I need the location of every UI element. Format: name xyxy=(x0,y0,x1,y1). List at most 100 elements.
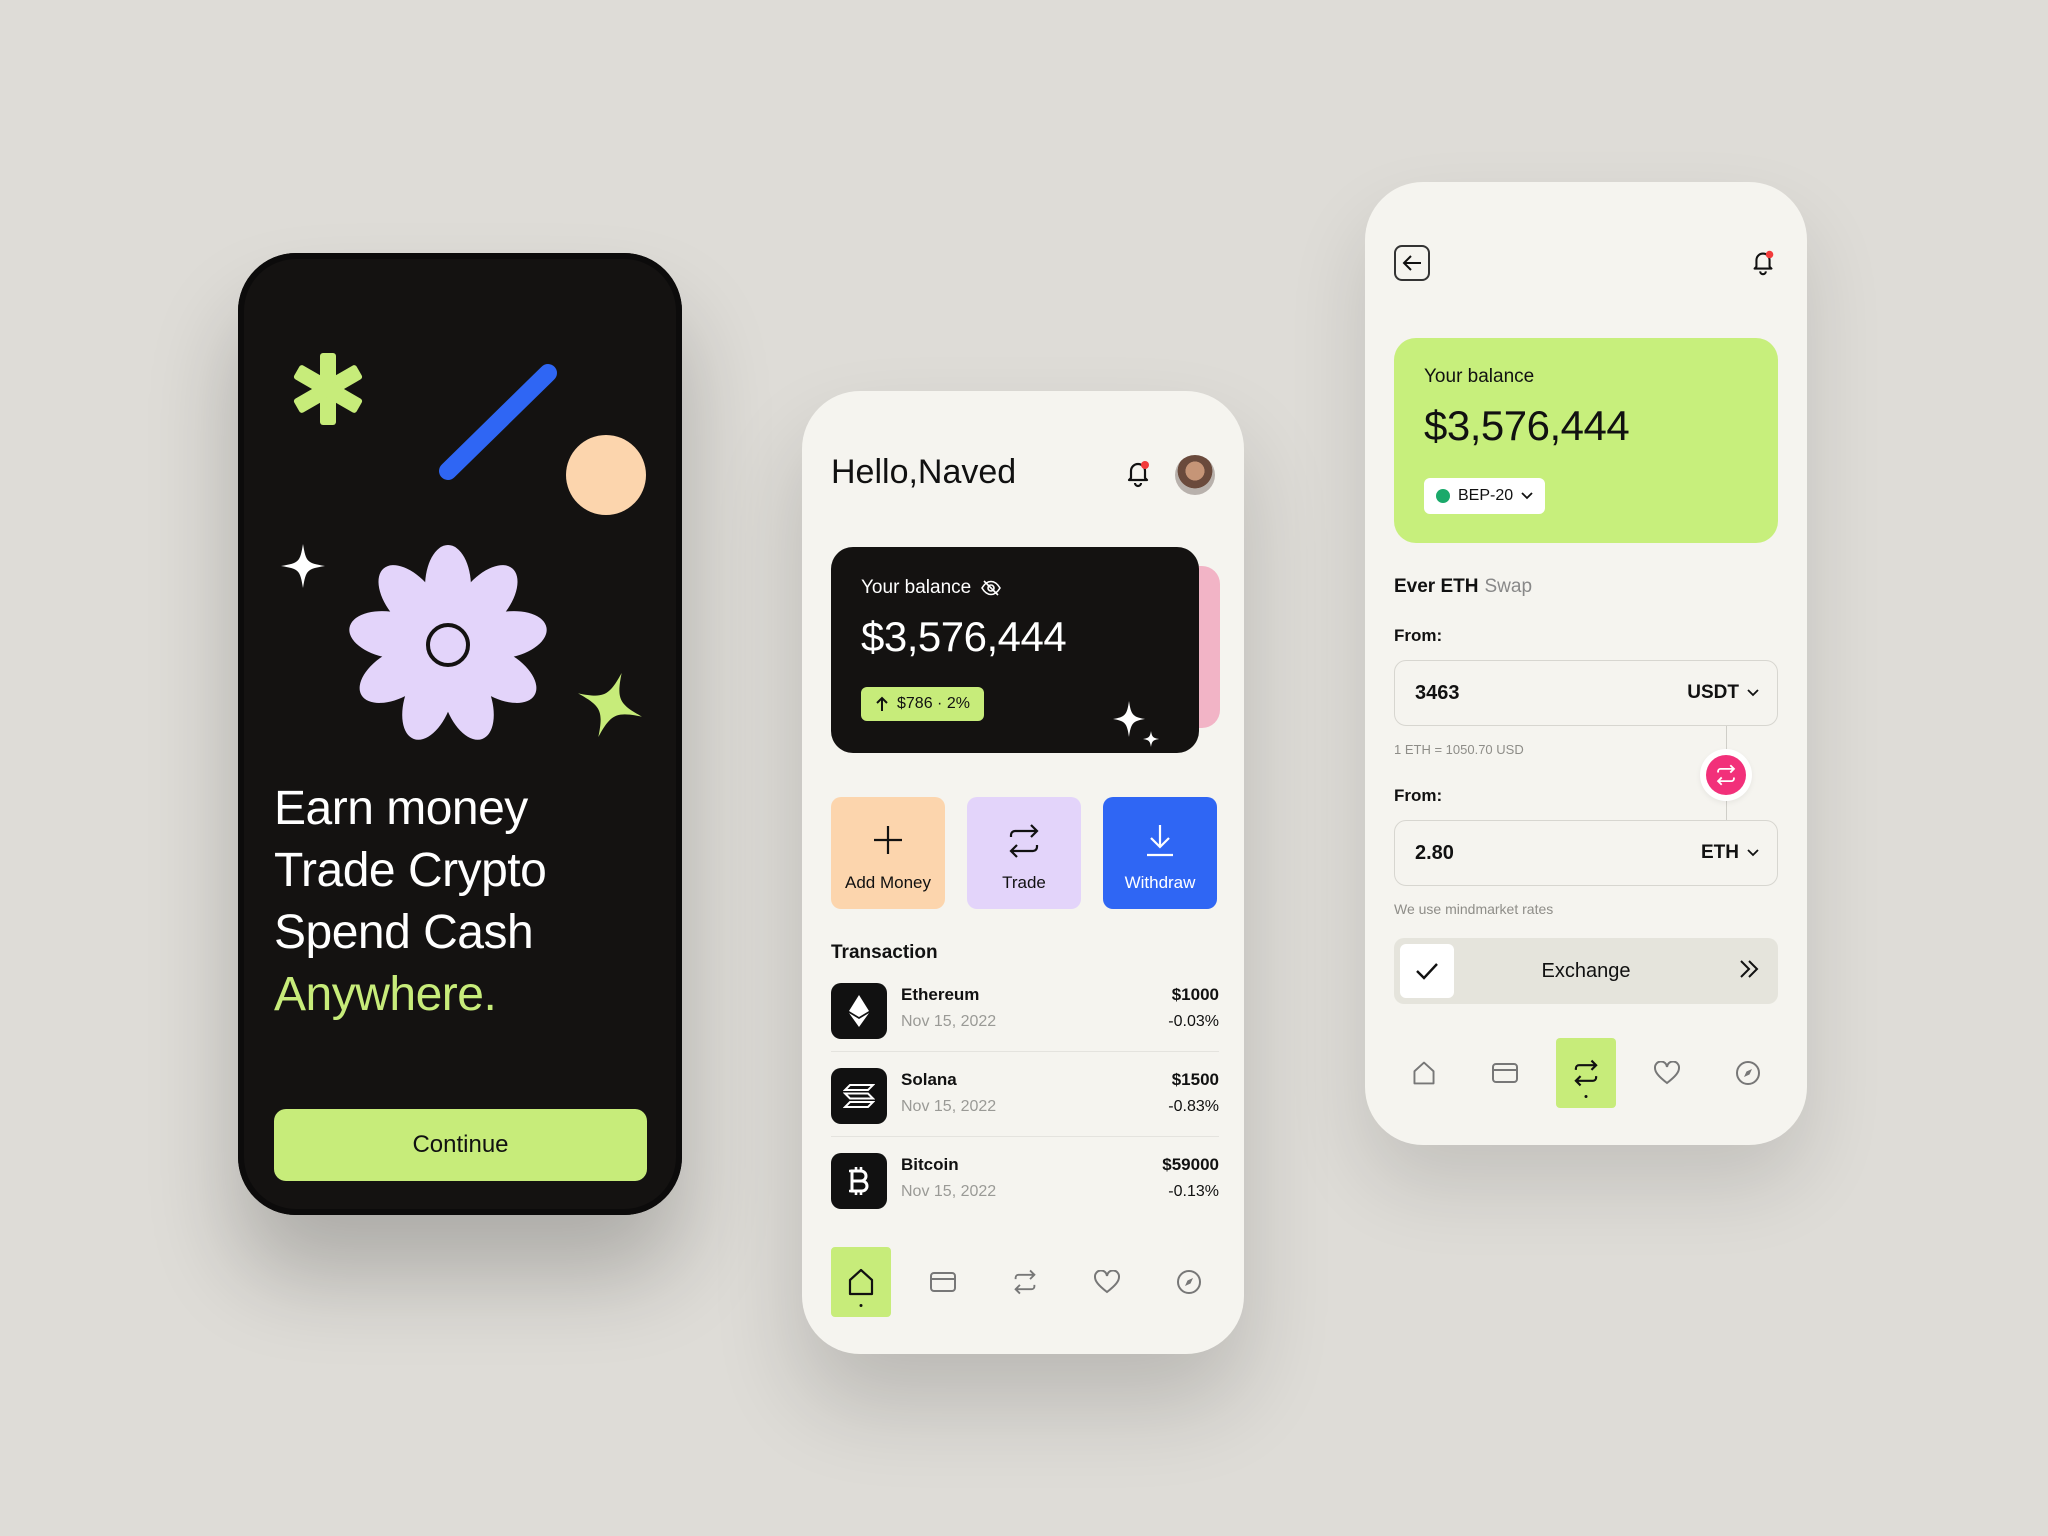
headline-line-1: Earn money xyxy=(274,782,528,835)
transaction-change: -0.03% xyxy=(1168,1013,1219,1030)
network-label: BEP-20 xyxy=(1458,487,1514,504)
balance-card: Your balance $3,576,444 BEP-20 xyxy=(1394,338,1778,543)
nav-swap[interactable] xyxy=(1556,1038,1616,1108)
transaction-name: Solana xyxy=(901,1070,957,1089)
nav-home[interactable] xyxy=(1394,1038,1454,1108)
heart-icon xyxy=(1094,1270,1120,1294)
nav-favorites[interactable] xyxy=(1077,1247,1137,1317)
exchange-label: Exchange xyxy=(1541,960,1631,982)
bitcoin-icon xyxy=(831,1153,887,1209)
slash-shape xyxy=(439,364,557,480)
withdraw-label: Withdraw xyxy=(1124,873,1196,892)
transaction-change: -0.83% xyxy=(1168,1098,1219,1115)
balance-label: Your balance xyxy=(861,577,972,598)
nav-explore[interactable] xyxy=(1159,1247,1219,1317)
asterisk-icon xyxy=(293,353,363,425)
back-button[interactable] xyxy=(1394,245,1430,281)
balance-change: $786 · 2% xyxy=(897,695,970,712)
balance-card: Your balance $3,576,444 $786 · 2% xyxy=(831,547,1199,753)
arrow-up-icon xyxy=(876,696,888,711)
eye-off-icon[interactable] xyxy=(981,580,1002,596)
balance-label: Your balance xyxy=(1424,366,1535,387)
trade-label: Trade xyxy=(1002,873,1046,892)
compass-icon xyxy=(1177,1270,1201,1294)
add-money-label: Add Money xyxy=(845,873,931,892)
continue-button[interactable]: Continue xyxy=(274,1109,647,1181)
from-amount-value: 3463 xyxy=(1415,682,1460,704)
bell-icon[interactable] xyxy=(1748,246,1778,278)
star-icon xyxy=(578,673,642,737)
transaction-heading: Transaction xyxy=(831,942,938,963)
card-icon xyxy=(1492,1063,1518,1083)
from-currency-label: USDT xyxy=(1687,682,1739,703)
transaction-row[interactable]: Bitcoin Nov 15, 2022 $59000 -0.13% xyxy=(831,1145,1219,1229)
nav-favorites[interactable] xyxy=(1637,1038,1697,1108)
bell-icon[interactable] xyxy=(1122,457,1154,489)
flower-icon xyxy=(349,545,547,740)
sparkle-icon xyxy=(281,544,325,588)
transaction-name: Bitcoin xyxy=(901,1155,959,1174)
transaction-change: -0.13% xyxy=(1168,1183,1219,1200)
home-icon xyxy=(1413,1061,1435,1085)
card-icon xyxy=(930,1272,956,1292)
balance-amount: $3,576,444 xyxy=(861,613,1067,660)
divider xyxy=(831,1051,1219,1052)
arrow-left-icon xyxy=(1402,255,1421,271)
to-amount-field[interactable]: 2.80 ETH xyxy=(1394,820,1778,886)
transaction-name: Ethereum xyxy=(901,985,980,1004)
trade-button[interactable]: Trade xyxy=(967,797,1081,909)
sparkle-icon xyxy=(1113,701,1159,747)
ethereum-icon xyxy=(831,983,887,1039)
solana-icon xyxy=(831,1068,887,1124)
swap-icon xyxy=(1014,1269,1036,1295)
heart-icon xyxy=(1654,1061,1680,1085)
add-money-button[interactable]: Add Money xyxy=(831,797,945,909)
nav-explore[interactable] xyxy=(1718,1038,1778,1108)
bottom-nav xyxy=(1394,1038,1778,1108)
divider xyxy=(831,1136,1219,1137)
chevron-down-icon xyxy=(1521,492,1533,500)
to-amount-value: 2.80 xyxy=(1415,842,1454,864)
to-label: From: xyxy=(1394,786,1443,805)
home-icon xyxy=(848,1268,874,1296)
transaction-amount: $1000 xyxy=(1171,985,1219,1004)
chevron-down-icon xyxy=(1747,849,1759,857)
network-selector[interactable]: BEP-20 xyxy=(1424,478,1546,514)
swap-icon xyxy=(1716,764,1736,786)
exchange-rate: 1 ETH = 1050.70 USD xyxy=(1394,742,1524,757)
to-currency-select[interactable]: ETH xyxy=(1701,842,1759,864)
from-label: From: xyxy=(1394,626,1443,645)
swap-title-light: Swap xyxy=(1484,576,1533,597)
plus-icon xyxy=(874,826,902,854)
headline-accent: Anywhere. xyxy=(274,968,497,1021)
swap-icon xyxy=(1009,824,1039,858)
from-amount-field[interactable]: 3463 USDT xyxy=(1394,660,1778,726)
chevrons-right-icon xyxy=(1740,960,1759,978)
withdraw-button[interactable]: Withdraw xyxy=(1103,797,1217,909)
balance-change-badge: $786 · 2% xyxy=(861,687,984,721)
nav-cards[interactable] xyxy=(913,1247,973,1317)
avatar[interactable] xyxy=(1175,455,1215,495)
nav-cards[interactable] xyxy=(1475,1038,1535,1108)
swap-icon xyxy=(1574,1059,1598,1087)
greeting: Hello,Naved xyxy=(831,453,1017,491)
swap-screen: Your balance $3,576,444 BEP-20 Ever ETH S… xyxy=(1365,182,1807,1145)
onboarding-screen: Earn money Trade Crypto Spend Cash Anywh… xyxy=(238,253,682,1215)
headline-line-2: Trade Crypto xyxy=(274,844,547,897)
nav-home[interactable] xyxy=(831,1247,891,1317)
compass-icon xyxy=(1736,1061,1760,1085)
exchange-slider[interactable]: Exchange xyxy=(1394,938,1778,1004)
balance-label-row: Your balance xyxy=(861,577,1002,599)
transaction-row[interactable]: Ethereum Nov 15, 2022 $1000 -0.03% xyxy=(831,975,1219,1059)
transaction-date: Nov 15, 2022 xyxy=(901,1098,997,1115)
chevron-down-icon xyxy=(1747,689,1759,697)
onboarding-headline: Earn money Trade Crypto Spend Cash Anywh… xyxy=(274,778,654,1026)
transaction-row[interactable]: Solana Nov 15, 2022 $1500 -0.83% xyxy=(831,1060,1219,1144)
home-screen: Hello,Naved Your balance $3,576,444 $786… xyxy=(802,391,1244,1354)
transaction-date: Nov 15, 2022 xyxy=(901,1183,997,1200)
nav-swap[interactable] xyxy=(995,1247,1055,1317)
from-currency-select[interactable]: USDT xyxy=(1687,682,1759,704)
swap-direction-button[interactable] xyxy=(1700,749,1752,801)
swap-title-bold: Ever ETH xyxy=(1394,576,1479,597)
status-dot xyxy=(1436,489,1450,503)
